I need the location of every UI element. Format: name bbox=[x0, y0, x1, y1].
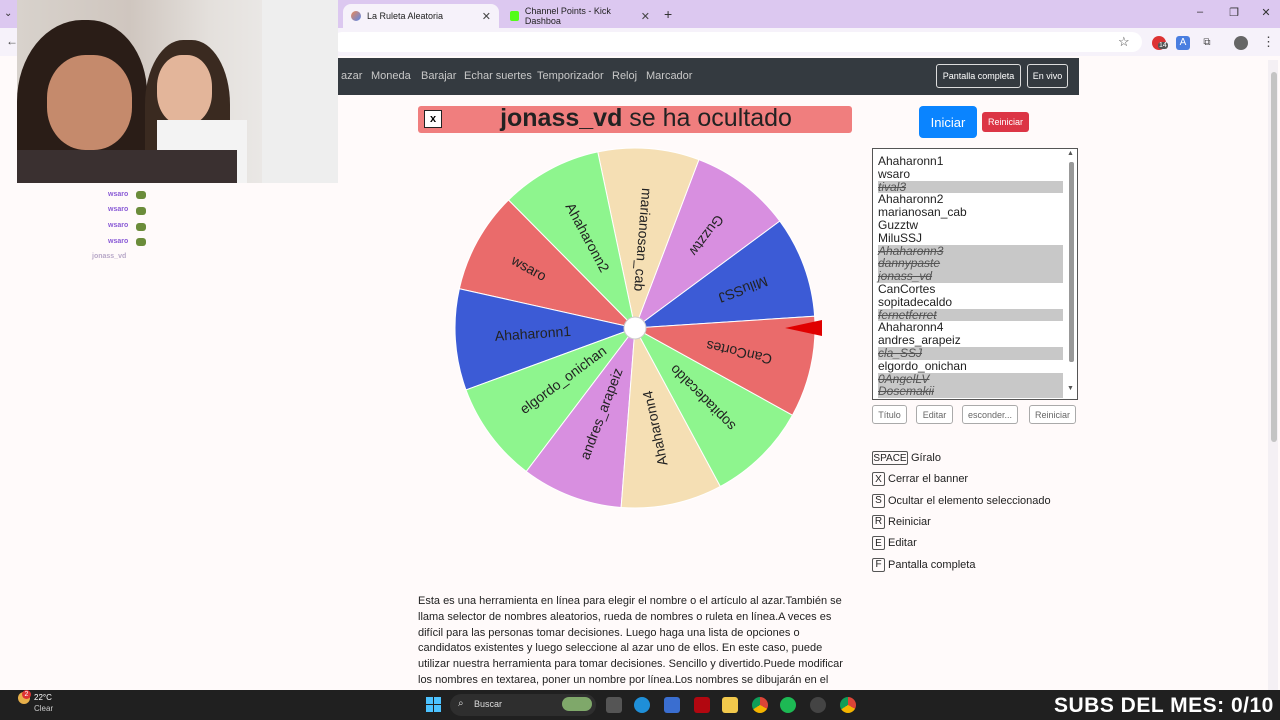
tab-close-icon[interactable]: ✕ bbox=[641, 10, 650, 23]
name-line[interactable]: CanCortes bbox=[878, 283, 1063, 296]
extension-badge-count: 14 bbox=[1158, 42, 1168, 49]
profile-avatar[interactable] bbox=[1234, 36, 1248, 50]
emote-icon bbox=[136, 207, 146, 215]
reset-button[interactable]: Reiniciar bbox=[982, 112, 1029, 132]
weather-temp[interactable]: 22°C bbox=[34, 693, 52, 702]
close-window-button[interactable]: ✕ bbox=[1256, 6, 1276, 19]
extensions-puzzle-icon[interactable]: ⧉ bbox=[1200, 36, 1214, 50]
tab-ruleta[interactable]: La Ruleta Aleatoria ✕ bbox=[343, 4, 499, 28]
store-icon[interactable] bbox=[664, 697, 680, 713]
reset-list-button[interactable]: Reiniciar bbox=[1029, 405, 1076, 424]
chat-line: wsaro bbox=[108, 191, 129, 198]
search-placeholder: Buscar bbox=[474, 699, 503, 709]
name-line[interactable]: wsaro bbox=[878, 167, 1063, 181]
bookmark-star-icon[interactable]: ☆ bbox=[1118, 34, 1130, 50]
shortcut-description: Cerrar el banner bbox=[888, 473, 969, 486]
subs-overlay: SUBS DEL MES: 0/10 bbox=[1054, 694, 1274, 717]
description-text: Esta es una herramienta en línea para el… bbox=[418, 595, 843, 702]
shortcut-description: Pantalla completa bbox=[888, 558, 976, 571]
title-button[interactable]: Título bbox=[872, 405, 907, 424]
nav-link-marcador[interactable]: Marcador bbox=[646, 70, 692, 82]
shortcut-key: X bbox=[872, 472, 885, 487]
file-explorer-icon[interactable] bbox=[722, 697, 738, 713]
names-scrollbar[interactable]: ▲ ▼ bbox=[1067, 150, 1076, 398]
tab-kick-dashboard[interactable]: Channel Points - Kick Dashboa ✕ bbox=[502, 4, 658, 28]
emote-icon bbox=[136, 223, 146, 231]
name-line[interactable]: sopitadecaldo bbox=[878, 295, 1063, 309]
name-line[interactable]: Ahaharonn1 bbox=[878, 155, 1063, 168]
shortcut-description: Gíralo bbox=[911, 452, 941, 464]
shortcut-key: SPACE bbox=[872, 451, 908, 465]
ruleta-favicon-icon bbox=[351, 11, 361, 21]
edge-icon[interactable] bbox=[634, 697, 650, 713]
kick-favicon-icon bbox=[510, 11, 519, 21]
hide-button[interactable]: esconder... bbox=[962, 405, 1018, 424]
weather-badge: 2 bbox=[22, 690, 31, 699]
name-line[interactable]: elgordo_onichan bbox=[878, 359, 1063, 373]
nav-link-temporizador[interactable]: Temporizador bbox=[537, 70, 604, 82]
new-tab-button[interactable]: + bbox=[664, 6, 672, 22]
address-input[interactable] bbox=[332, 32, 1142, 52]
shortcut-key: R bbox=[872, 514, 885, 529]
tab-close-icon[interactable]: ✕ bbox=[482, 10, 491, 23]
chat-line: wsaro bbox=[108, 222, 129, 229]
name-line-hidden[interactable]: cla_SSJ bbox=[878, 347, 1063, 360]
nav-link-barajar[interactable]: Barajar bbox=[421, 70, 456, 82]
menu-kebab-icon[interactable]: ⋮ bbox=[1262, 34, 1275, 50]
name-line-hidden[interactable]: Dosemakii bbox=[878, 385, 1063, 399]
chat-line: wsaro bbox=[108, 238, 129, 245]
banner-name: jonass_vd bbox=[500, 104, 623, 132]
nav-link-reloj[interactable]: Reloj bbox=[612, 70, 637, 82]
scroll-up-icon[interactable]: ▲ bbox=[1067, 150, 1074, 157]
tab-search-chevron-icon[interactable]: ⌄ bbox=[4, 8, 12, 19]
shortcut-description: Reiniciar bbox=[888, 515, 931, 528]
shortcut-description: Editar bbox=[888, 537, 917, 550]
name-line[interactable]: MiluSSJ bbox=[878, 231, 1063, 245]
start-button[interactable]: Iniciar bbox=[919, 106, 977, 138]
fullscreen-nav-button[interactable]: Pantalla completa bbox=[936, 64, 1021, 88]
shortcut-key: S bbox=[872, 493, 885, 508]
names-textarea[interactable]: Ahaharonn1 wsaro tival3 Ahaharonn2 marianosa… bbox=[872, 148, 1078, 400]
chrome-active-icon[interactable] bbox=[840, 697, 856, 713]
wheel-hub[interactable] bbox=[623, 316, 647, 340]
live-nav-button[interactable]: En vivo bbox=[1027, 64, 1068, 88]
emote-icon bbox=[136, 191, 146, 199]
minimize-button[interactable]: – bbox=[1190, 6, 1210, 18]
scroll-down-icon[interactable]: ▼ bbox=[1067, 385, 1074, 392]
nav-link-azar[interactable]: azar bbox=[341, 70, 362, 82]
shortcut-key: F bbox=[872, 557, 885, 572]
wheel[interactable]: MiluSSJGuzztwmarianosan_cabAhaharonn2wsa… bbox=[450, 144, 824, 514]
nav-link-moneda[interactable]: Moneda bbox=[371, 70, 411, 82]
windows-start-icon[interactable] bbox=[426, 697, 441, 712]
tab-title: La Ruleta Aleatoria bbox=[367, 11, 444, 21]
spotify-icon[interactable] bbox=[780, 697, 796, 713]
banner-text: jonass_vd se ha ocultado bbox=[440, 104, 852, 133]
emote-icon bbox=[136, 238, 146, 246]
shortcut-key: E bbox=[872, 536, 885, 551]
page-scroll-thumb[interactable] bbox=[1271, 72, 1277, 442]
banner-close-button[interactable]: x bbox=[424, 110, 442, 128]
banner-suffix: se ha ocultado bbox=[622, 104, 792, 132]
task-view-icon[interactable] bbox=[606, 697, 622, 713]
chat-line: wsaro bbox=[108, 206, 129, 213]
obs-icon[interactable] bbox=[810, 697, 826, 713]
weather-desc: Clear bbox=[34, 704, 54, 713]
chrome-icon[interactable] bbox=[752, 697, 768, 713]
edit-button[interactable]: Editar bbox=[916, 405, 953, 424]
shortcut-description: Ocultar el elemento seleccionado bbox=[888, 494, 1051, 507]
chat-line: jonass_vd bbox=[92, 253, 127, 260]
tab-title: Channel Points - Kick Dashboa bbox=[524, 6, 611, 26]
name-line[interactable]: Guzztw bbox=[878, 219, 1063, 232]
names-scroll-thumb[interactable] bbox=[1069, 162, 1074, 362]
search-icon: ⌕ bbox=[458, 698, 464, 709]
translate-icon[interactable]: A bbox=[1176, 36, 1190, 50]
webcam-overlay bbox=[17, 0, 338, 183]
search-highlight-icon bbox=[562, 697, 592, 711]
nav-link-echar-suertes[interactable]: Echar suertes bbox=[464, 70, 532, 82]
netflix-icon[interactable] bbox=[694, 697, 710, 713]
restore-button[interactable]: ❐ bbox=[1224, 6, 1244, 19]
